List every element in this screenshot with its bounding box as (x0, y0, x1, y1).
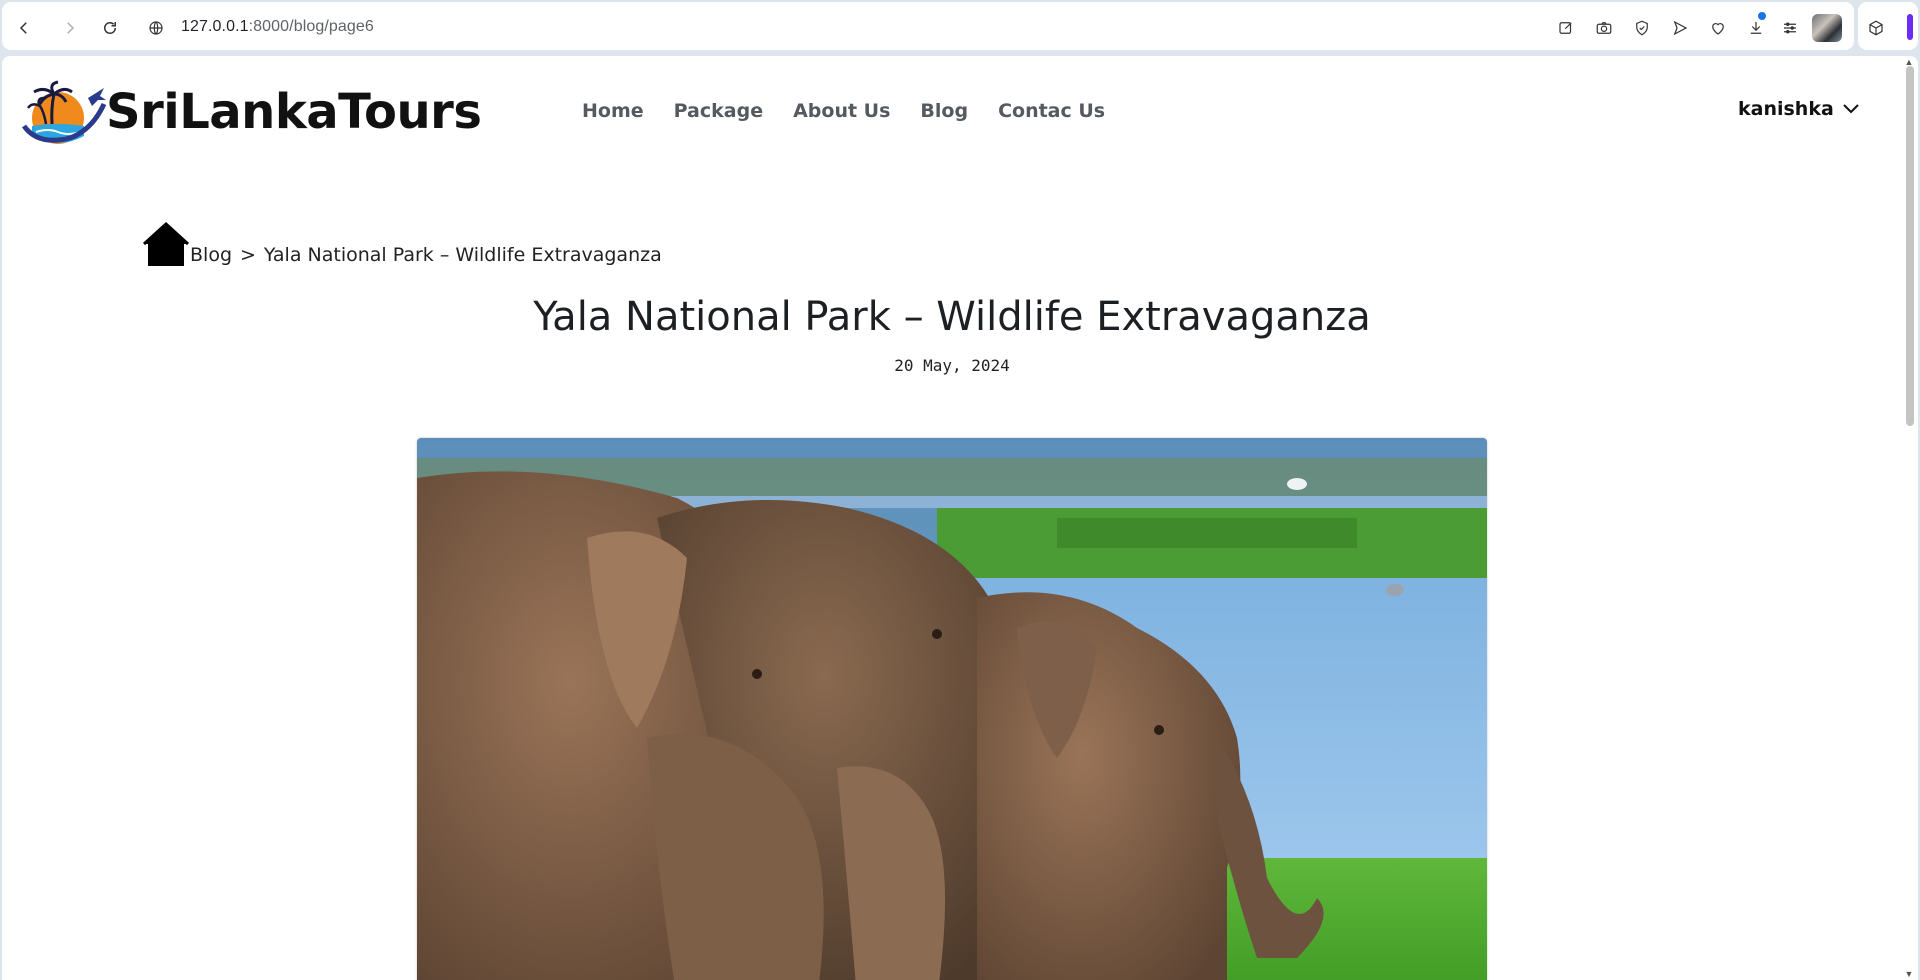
address-bar-container: 127.0.0.1:8000/blog/page6 (2, 2, 1854, 50)
hero-image-elephants (417, 438, 1487, 980)
browser-toolbar: 127.0.0.1:8000/blog/page6 (0, 0, 1920, 52)
shield-icon[interactable] (1630, 16, 1654, 40)
user-menu[interactable]: kanishka (1738, 98, 1860, 120)
reload-icon[interactable] (98, 16, 122, 40)
extensions-cube-icon[interactable] (1864, 16, 1888, 40)
download-badge (1758, 12, 1766, 20)
menu-icon[interactable] (1778, 16, 1802, 40)
breadcrumb-separator: > (240, 244, 256, 266)
breadcrumb-current: Yala National Park – Wildlife Extravagan… (263, 244, 662, 266)
post-date: 20 May, 2024 (894, 356, 1010, 375)
site-info-globe-icon[interactable] (144, 16, 168, 40)
main-nav: Home Package About Us Blog Contac Us (582, 100, 1135, 122)
nav-home[interactable]: Home (582, 100, 644, 122)
site-logo[interactable]: SriLankaTours (18, 76, 482, 148)
breadcrumb: Blog > Yala National Park – Wildlife Ext… (142, 222, 662, 268)
url-host: 127.0.0.1 (181, 18, 249, 35)
sidebar-accent-bar (1907, 14, 1913, 40)
home-icon[interactable] (142, 222, 190, 268)
elephants-photo (417, 438, 1487, 980)
logo-icon (21, 80, 106, 144)
vertical-scrollbar[interactable] (1906, 66, 1914, 426)
camera-icon[interactable] (1592, 16, 1616, 40)
page-viewport: SriLankaTours Home Package About Us Blog… (2, 56, 1918, 980)
site-header: SriLankaTours Home Package About Us Blog… (2, 56, 1902, 168)
user-name: kanishka (1738, 98, 1834, 120)
nav-package[interactable]: Package (674, 100, 763, 122)
url-field[interactable]: 127.0.0.1:8000/blog/page6 (181, 18, 374, 36)
nav-about-us[interactable]: About Us (793, 100, 890, 122)
nav-contact-us[interactable]: Contac Us (998, 100, 1105, 122)
download-icon[interactable] (1744, 16, 1768, 40)
heart-icon[interactable] (1706, 16, 1730, 40)
forward-icon[interactable] (58, 16, 82, 40)
send-icon[interactable] (1668, 16, 1692, 40)
back-icon[interactable] (12, 16, 36, 40)
scroll-down-arrow[interactable]: ▼ (1904, 969, 1914, 979)
breadcrumb-blog-link[interactable]: Blog (190, 244, 232, 266)
nav-blog[interactable]: Blog (920, 100, 968, 122)
scroll-up-arrow[interactable]: ▲ (1904, 57, 1914, 67)
post-title: Yala National Park – Wildlife Extravagan… (533, 294, 1371, 340)
chevron-down-icon (1843, 104, 1859, 114)
profile-avatar[interactable] (1812, 14, 1842, 42)
edit-icon[interactable] (1554, 16, 1578, 40)
brand-name: SriLankaTours (106, 84, 482, 140)
url-path: :8000/blog/page6 (248, 18, 374, 35)
